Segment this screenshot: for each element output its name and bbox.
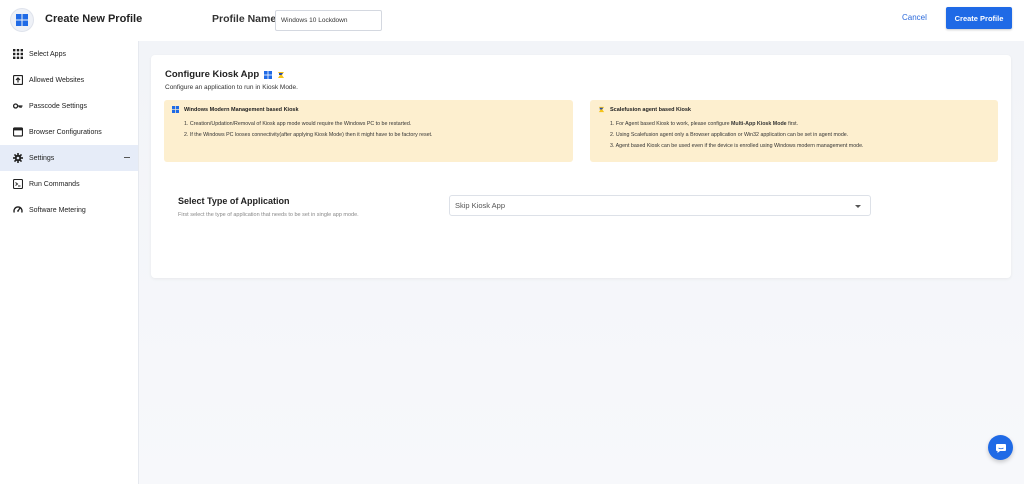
- info-box-title-text: Scalefusion agent based Kiosk: [610, 106, 691, 113]
- sidebar-item-settings[interactable]: Settings: [0, 145, 138, 171]
- profile-name-label: Profile Name: [212, 13, 277, 25]
- terminal-icon: [13, 179, 23, 189]
- multi-app-kiosk-link: Multi-App Kiosk Mode: [731, 121, 787, 127]
- list-item: 1. For Agent based Kiosk to work, please…: [610, 119, 990, 130]
- list-item: 2. Using Scalefusion agent only a Browse…: [610, 132, 849, 138]
- create-profile-button[interactable]: Create Profile: [946, 7, 1012, 29]
- card-title: Configure Kiosk App: [165, 69, 285, 80]
- list-item: 3. Agent based Kiosk can be used even if…: [610, 143, 864, 149]
- select-value: Skip Kiosk App: [455, 201, 506, 210]
- sidebar-item-select-apps[interactable]: Select Apps: [0, 41, 138, 67]
- windows-icon: [264, 70, 273, 79]
- key-icon: [13, 101, 23, 111]
- info-list: 1. For Agent based Kiosk to work, please…: [598, 119, 990, 152]
- sidebar-item-label: Browser Configurations: [29, 128, 102, 136]
- info-box-title: Scalefusion agent based Kiosk: [598, 106, 990, 113]
- select-type-label: Select Type of Application: [178, 196, 290, 206]
- sidebar-item-label: Settings: [29, 154, 55, 162]
- gear-icon: [13, 153, 23, 163]
- sidebar-item-label: Select Apps: [29, 50, 66, 58]
- list-item: 1. Creation/Updation/Removal of Kiosk ap…: [184, 121, 412, 127]
- sidebar-item-label: Passcode Settings: [29, 102, 87, 110]
- sidebar-item-label: Run Commands: [29, 180, 80, 188]
- top-header: Create New Profile Profile Name Cancel C…: [0, 0, 1024, 41]
- chat-icon: [995, 443, 1006, 453]
- sidebar-item-label: Allowed Websites: [29, 76, 85, 84]
- info-box-title: Windows Modern Management based Kiosk: [172, 106, 565, 113]
- info-list: 1. Creation/Updation/Removal of Kiosk ap…: [172, 119, 565, 141]
- sidebar-item-allowed-websites[interactable]: Allowed Websites: [0, 67, 138, 93]
- kiosk-config-card: Configure Kiosk App Configure an applica…: [151, 55, 1011, 278]
- info-box-title-text: Windows Modern Management based Kiosk: [184, 106, 299, 113]
- caret-down-icon: [855, 205, 861, 208]
- browser-icon: [13, 127, 23, 137]
- windows-logo-icon: [10, 8, 34, 32]
- page-title: Create New Profile: [45, 13, 143, 25]
- main-content: Configure Kiosk App Configure an applica…: [139, 41, 1024, 484]
- upload-box-icon: [13, 75, 23, 85]
- chat-support-button[interactable]: [988, 435, 1013, 460]
- collapse-icon[interactable]: [124, 157, 130, 158]
- sidebar: Select Apps Allowed Websites Passcode Se…: [0, 41, 139, 484]
- agent-kiosk-info-box: Scalefusion agent based Kiosk 1. For Age…: [590, 100, 998, 162]
- grid-icon: [13, 49, 23, 59]
- list-item: 2. If the Windows PC looses connectivity…: [184, 132, 433, 138]
- sidebar-item-label: Software Metering: [29, 206, 86, 214]
- list-item-text: 1. For Agent based Kiosk to work, please…: [610, 121, 732, 127]
- list-item-text: first.: [786, 121, 799, 127]
- select-type-hint: First select the type of application tha…: [178, 212, 359, 218]
- sidebar-item-run-commands[interactable]: Run Commands: [0, 171, 138, 197]
- profile-name-input[interactable]: [275, 10, 382, 31]
- gauge-icon: [13, 205, 23, 215]
- sidebar-item-browser-configurations[interactable]: Browser Configurations: [0, 119, 138, 145]
- sidebar-item-software-metering[interactable]: Software Metering: [0, 197, 138, 223]
- card-title-text: Configure Kiosk App: [165, 69, 260, 80]
- sidebar-item-passcode-settings[interactable]: Passcode Settings: [0, 93, 138, 119]
- card-subtitle: Configure an application to run in Kiosk…: [165, 84, 298, 91]
- windows-kiosk-info-box: Windows Modern Management based Kiosk 1.…: [164, 100, 573, 162]
- application-type-select[interactable]: Skip Kiosk App: [449, 195, 871, 216]
- scalefusion-icon: [598, 106, 605, 113]
- cancel-button[interactable]: Cancel: [902, 13, 927, 22]
- scalefusion-icon: [277, 71, 285, 79]
- windows-icon: [172, 106, 179, 113]
